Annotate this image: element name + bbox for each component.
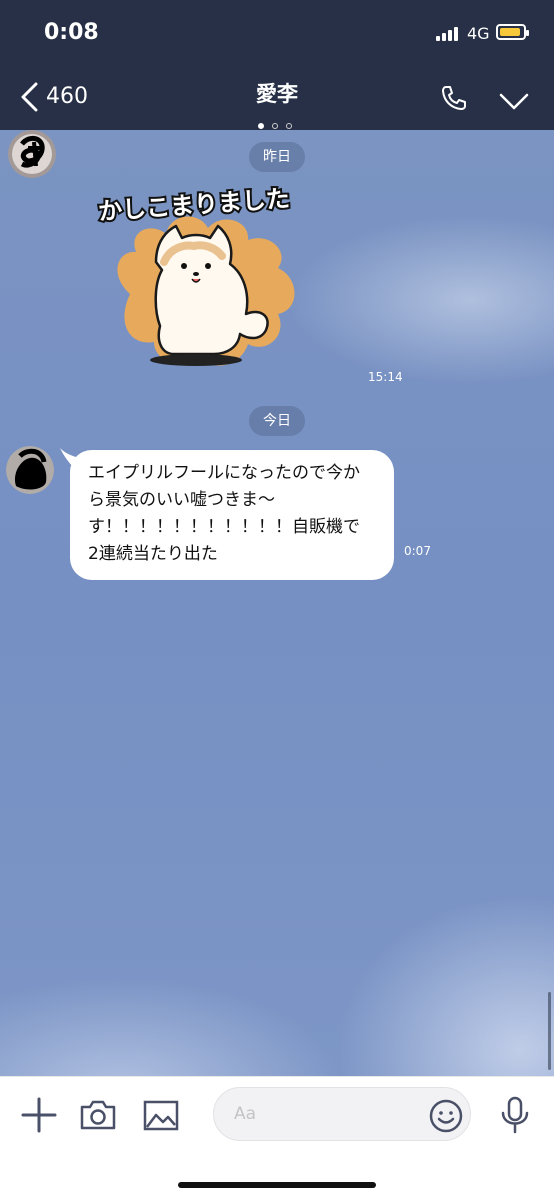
sticker-timestamp: 15:14 — [368, 370, 403, 384]
battery-icon — [496, 24, 529, 40]
plus-icon[interactable] — [19, 1095, 59, 1135]
scrollbar[interactable] — [548, 992, 551, 1070]
message-input[interactable]: Aa — [213, 1087, 471, 1141]
chat-title[interactable]: 愛李 — [0, 78, 554, 108]
message-line: す！！！！！！！！！！！自販機で — [88, 517, 360, 537]
emoji-icon[interactable] — [428, 1098, 464, 1134]
network-type: 4G — [467, 24, 490, 43]
sender-avatar[interactable] — [8, 130, 56, 178]
sender-avatar-2[interactable] — [6, 446, 54, 494]
image-icon[interactable] — [141, 1095, 181, 1135]
message-line: ら景気のいい嘘つきま〜 — [88, 490, 275, 510]
status-time: 0:08 — [44, 20, 99, 45]
phone-icon[interactable] — [440, 84, 468, 112]
sticker-image[interactable]: かしこまりました — [90, 164, 330, 384]
signal-icon — [436, 27, 460, 41]
message-line: エイプリルフールになったので今か — [88, 463, 360, 483]
home-indicator[interactable] — [178, 1182, 376, 1188]
microphone-icon[interactable] — [495, 1095, 535, 1135]
date-separator-today: 今日 — [249, 406, 305, 436]
message-bubble[interactable]: エイプリルフールになったので今か ら景気のいい嘘つきま〜 す！！！！！！！！！！… — [70, 450, 394, 580]
chat-header: 0:08 4G 460 愛李 — [0, 0, 554, 130]
camera-icon[interactable] — [78, 1095, 118, 1135]
message-input-placeholder: Aa — [234, 1104, 257, 1124]
chat-area[interactable]: 昨日 かしこまりました 15:14 今日 エイプリルフールになったので今か ら景… — [0, 130, 554, 1076]
message-line: 2連続当たり出た — [88, 544, 218, 564]
message-timestamp: 0:07 — [404, 544, 431, 558]
chevron-down-icon[interactable] — [498, 90, 530, 112]
